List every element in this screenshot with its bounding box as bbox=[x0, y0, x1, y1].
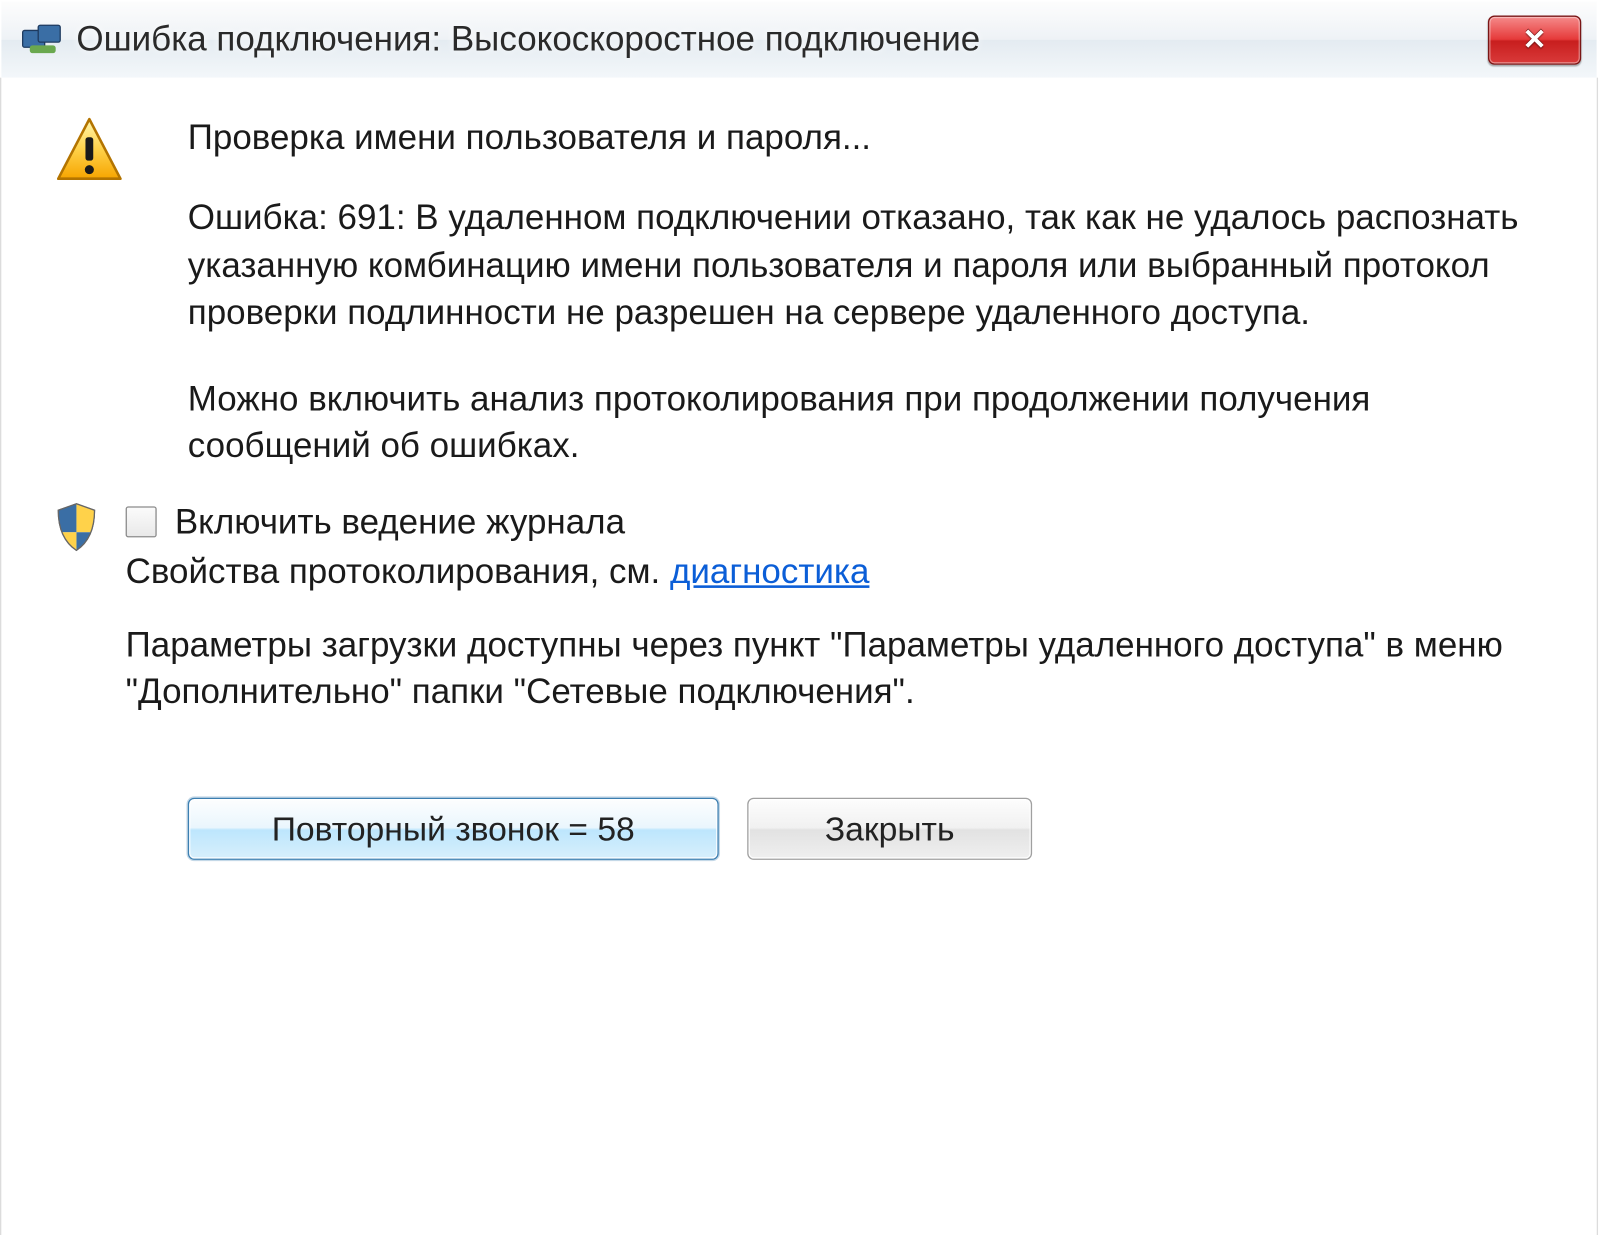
enable-logging-checkbox[interactable] bbox=[126, 506, 157, 537]
dialog-window: Ошибка подключения: Высокоскоростное под… bbox=[0, 0, 1598, 1235]
close-button-label: Закрыть bbox=[825, 807, 955, 852]
close-icon: ✕ bbox=[1523, 23, 1547, 57]
diagnostics-link[interactable]: диагностика bbox=[670, 552, 869, 591]
redial-button-label: Повторный звонок = 58 bbox=[272, 807, 635, 852]
window-title: Ошибка подключения: Высокоскоростное под… bbox=[76, 19, 980, 59]
warning-icon bbox=[53, 114, 136, 187]
logging-properties-text: Свойства протоколирования, см. bbox=[126, 552, 670, 591]
params-text: Параметры загрузки доступны через пункт … bbox=[126, 621, 1545, 715]
dialog-body: Проверка имени пользователя и пароля... … bbox=[0, 78, 1598, 1235]
network-connection-icon bbox=[22, 16, 69, 63]
redial-button[interactable]: Повторный звонок = 58 bbox=[188, 798, 719, 860]
window-close-button[interactable]: ✕ bbox=[1488, 15, 1581, 64]
uac-shield-icon bbox=[53, 501, 105, 565]
close-button[interactable]: Закрыть bbox=[747, 798, 1032, 860]
message-hint: Можно включить анализ протоколирования п… bbox=[188, 375, 1545, 469]
message-error: Ошибка: 691: В удаленном подключении отк… bbox=[188, 195, 1545, 337]
message-checking: Проверка имени пользователя и пароля... bbox=[188, 114, 1545, 161]
enable-logging-label: Включить ведение журнала bbox=[175, 498, 625, 545]
button-row: Повторный звонок = 58 Закрыть bbox=[188, 798, 1545, 860]
titlebar[interactable]: Ошибка подключения: Высокоскоростное под… bbox=[0, 0, 1598, 78]
